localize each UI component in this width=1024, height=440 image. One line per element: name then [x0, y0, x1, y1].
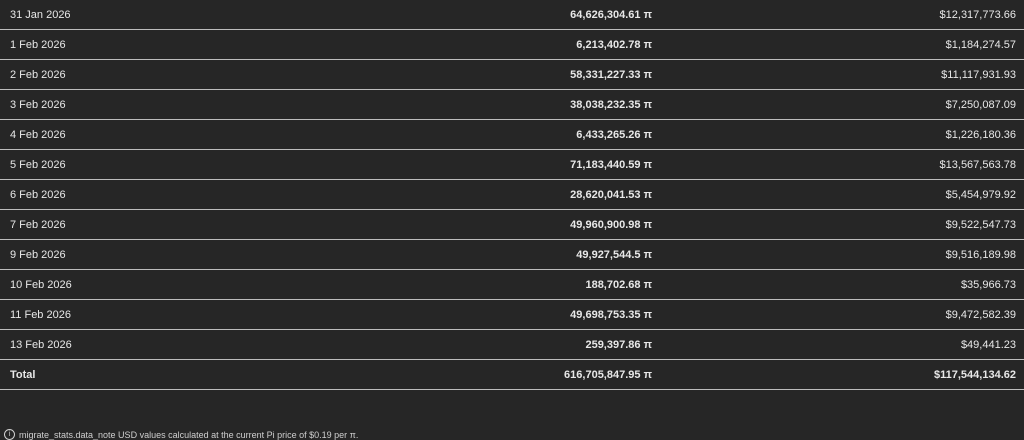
row-date: 6 Feb 2026 — [10, 188, 66, 201]
row-usd-amount: $1,226,180.36 — [945, 128, 1016, 141]
table-row: 2 Feb 2026 58,331,227.33 π $11,117,931.93 — [0, 60, 1024, 90]
row-usd-amount: $11,117,931.93 — [941, 68, 1016, 81]
row-usd-amount: $9,472,582.39 — [945, 308, 1016, 321]
row-usd-amount: $49,441.23 — [960, 338, 1016, 351]
row-date: 9 Feb 2026 — [10, 248, 66, 261]
row-pi-amount: 58,331,227.33 π — [570, 68, 652, 81]
row-date: 13 Feb 2026 — [10, 338, 72, 351]
row-pi-amount: 188,702.68 π — [585, 278, 652, 291]
table-body: 31 Jan 2026 64,626,304.61 π $12,317,773.66… — [0, 0, 1024, 360]
migration-stats-table: 31 Jan 2026 64,626,304.61 π $12,317,773.66… — [0, 0, 1024, 390]
row-pi-amount: 71,183,440.59 π — [570, 158, 652, 171]
table-row: 13 Feb 2026 259,397.86 π $49,441.23 — [0, 330, 1024, 360]
row-date: 3 Feb 2026 — [10, 98, 66, 111]
row-usd-amount: $5,454,979.92 — [945, 188, 1016, 201]
row-date: 11 Feb 2026 — [10, 308, 71, 321]
row-pi-amount: 64,626,304.61 π — [570, 8, 652, 21]
row-date: 31 Jan 2026 — [10, 8, 71, 21]
row-usd-amount: $9,522,547.73 — [945, 218, 1016, 231]
table-row: 6 Feb 2026 28,620,041.53 π $5,454,979.92 — [0, 180, 1024, 210]
table-row: 11 Feb 2026 49,698,753.35 π $9,472,582.39 — [0, 300, 1024, 330]
row-date: 2 Feb 2026 — [10, 68, 66, 81]
table-row: 31 Jan 2026 64,626,304.61 π $12,317,773.66 — [0, 0, 1024, 30]
footer-note: i migrate_stats.data_note USD values cal… — [4, 429, 358, 440]
row-pi-amount: 49,960,900.98 π — [570, 218, 652, 231]
row-date: 10 Feb 2026 — [10, 278, 72, 291]
row-usd-amount: $13,567,563.78 — [939, 158, 1016, 171]
row-usd-amount: $1,184,274.57 — [945, 38, 1016, 51]
row-usd-amount: $7,250,087.09 — [945, 98, 1016, 111]
row-date: 7 Feb 2026 — [10, 218, 66, 231]
row-pi-amount: 6,433,265.26 π — [576, 128, 652, 141]
row-pi-amount: 49,698,753.35 π — [570, 308, 652, 321]
row-usd-amount: $12,317,773.66 — [939, 8, 1016, 21]
row-pi-amount: 49,927,544.5 π — [576, 248, 652, 261]
table-row: 7 Feb 2026 49,960,900.98 π $9,522,547.73 — [0, 210, 1024, 240]
row-usd-amount: $9,516,189.98 — [945, 248, 1016, 261]
table-row: 10 Feb 2026 188,702.68 π $35,966.73 — [0, 270, 1024, 300]
table-row: 5 Feb 2026 71,183,440.59 π $13,567,563.78 — [0, 150, 1024, 180]
table-row: 9 Feb 2026 49,927,544.5 π $9,516,189.98 — [0, 240, 1024, 270]
table-row: 1 Feb 2026 6,213,402.78 π $1,184,274.57 — [0, 30, 1024, 60]
info-icon: i — [4, 429, 15, 440]
table-row: 3 Feb 2026 38,038,232.35 π $7,250,087.09 — [0, 90, 1024, 120]
row-date: 4 Feb 2026 — [10, 128, 66, 141]
row-pi-amount: 28,620,041.53 π — [570, 188, 652, 201]
table-row: 4 Feb 2026 6,433,265.26 π $1,226,180.36 — [0, 120, 1024, 150]
total-label: Total — [10, 368, 36, 381]
row-pi-amount: 38,038,232.35 π — [570, 98, 652, 111]
total-pi-amount: 616,705,847.95 π — [564, 368, 652, 381]
row-date: 5 Feb 2026 — [10, 158, 66, 171]
row-pi-amount: 6,213,402.78 π — [576, 38, 652, 51]
row-pi-amount: 259,397.86 π — [585, 338, 652, 351]
footer-note-text: migrate_stats.data_note USD values calcu… — [19, 429, 359, 440]
row-usd-amount: $35,966.73 — [960, 278, 1016, 291]
row-date: 1 Feb 2026 — [10, 38, 66, 51]
total-usd-amount: $117,544,134.62 — [934, 368, 1016, 381]
total-row: Total 616,705,847.95 π $117,544,134.62 — [0, 360, 1024, 390]
